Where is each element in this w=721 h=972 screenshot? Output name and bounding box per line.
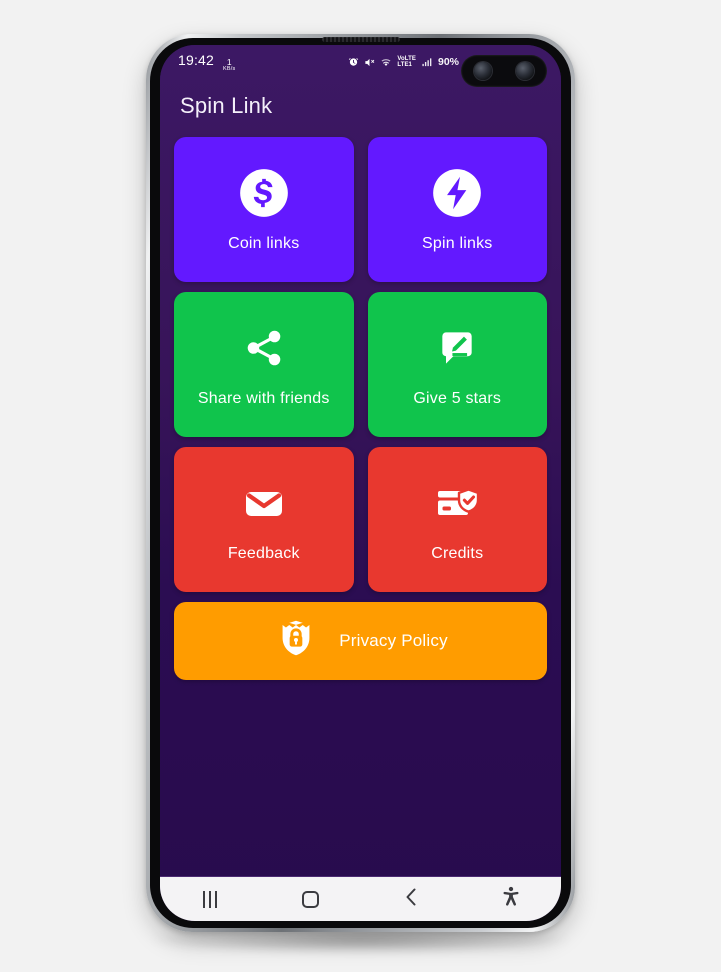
- wifi-icon: [380, 57, 392, 68]
- volte-indicator: VoLTE LTE1: [397, 56, 416, 69]
- app-root: 19:42 1 KB/s VoLTE LTE1 90% Spin Link Co…: [160, 45, 561, 921]
- volume-mute-icon: [364, 57, 375, 68]
- volte-line-2: LTE1: [397, 62, 412, 68]
- tile-label: Feedback: [227, 544, 300, 562]
- recents-icon: [203, 890, 218, 908]
- battery-percent: 90%: [437, 56, 459, 68]
- page-title: Spin Link: [180, 93, 273, 118]
- tile-credits[interactable]: Credits: [367, 447, 547, 592]
- tile-label: Credits: [431, 544, 484, 562]
- home-button[interactable]: [260, 890, 360, 908]
- tile-feedback[interactable]: Feedback: [174, 447, 354, 592]
- phone-drop-shadow: [150, 930, 570, 954]
- network-speed-unit: KB/s: [223, 65, 236, 72]
- tile-share-with-friends[interactable]: Share with friends: [174, 292, 354, 437]
- android-navigation-bar: [160, 876, 561, 921]
- rate-review-icon: [435, 322, 479, 374]
- network-speed-indicator: 1 KB/s: [223, 58, 235, 72]
- card-shield-icon: [433, 477, 481, 529]
- share-icon: [241, 322, 287, 374]
- alarm-icon: [348, 57, 359, 68]
- tile-grid: Coin links Spin links Share with friends…: [174, 137, 547, 592]
- earpiece-speaker: [322, 37, 400, 42]
- main-content: Coin links Spin links Share with friends…: [160, 137, 561, 778]
- status-bar-left: 19:42 1 KB/s: [178, 52, 235, 72]
- accessibility-button[interactable]: [461, 886, 561, 913]
- back-button[interactable]: [361, 887, 461, 912]
- tile-spin-links[interactable]: Spin links: [367, 137, 547, 282]
- status-clock: 19:42: [178, 52, 215, 68]
- back-icon: [403, 887, 419, 912]
- accessibility-icon: [501, 886, 521, 913]
- tile-label: Give 5 stars: [413, 389, 502, 407]
- tile-give-5-stars[interactable]: Give 5 stars: [367, 292, 547, 437]
- shield-lock-icon: [273, 616, 319, 667]
- dollar-coin-icon: [238, 167, 290, 219]
- privacy-policy-button[interactable]: Privacy Policy: [174, 602, 547, 680]
- camera-lens-secondary: [516, 62, 534, 80]
- tile-label: Share with friends: [197, 389, 330, 407]
- tile-coin-links[interactable]: Coin links: [174, 137, 354, 282]
- camera-lens-primary: [474, 62, 492, 80]
- lightning-bolt-icon: [431, 167, 483, 219]
- recents-button[interactable]: [160, 890, 260, 908]
- signal-bars-icon: [421, 57, 433, 68]
- envelope-icon: [240, 477, 288, 529]
- phone-screen: 19:42 1 KB/s VoLTE LTE1 90% Spin Link Co…: [160, 45, 561, 921]
- tile-label: Coin links: [228, 234, 300, 252]
- screenshot-stage: 19:42 1 KB/s VoLTE LTE1 90% Spin Link Co…: [0, 0, 721, 972]
- camera-cutout: [461, 55, 547, 87]
- privacy-policy-label: Privacy Policy: [339, 631, 448, 650]
- tile-label: Spin links: [422, 234, 493, 252]
- home-icon: [301, 890, 319, 908]
